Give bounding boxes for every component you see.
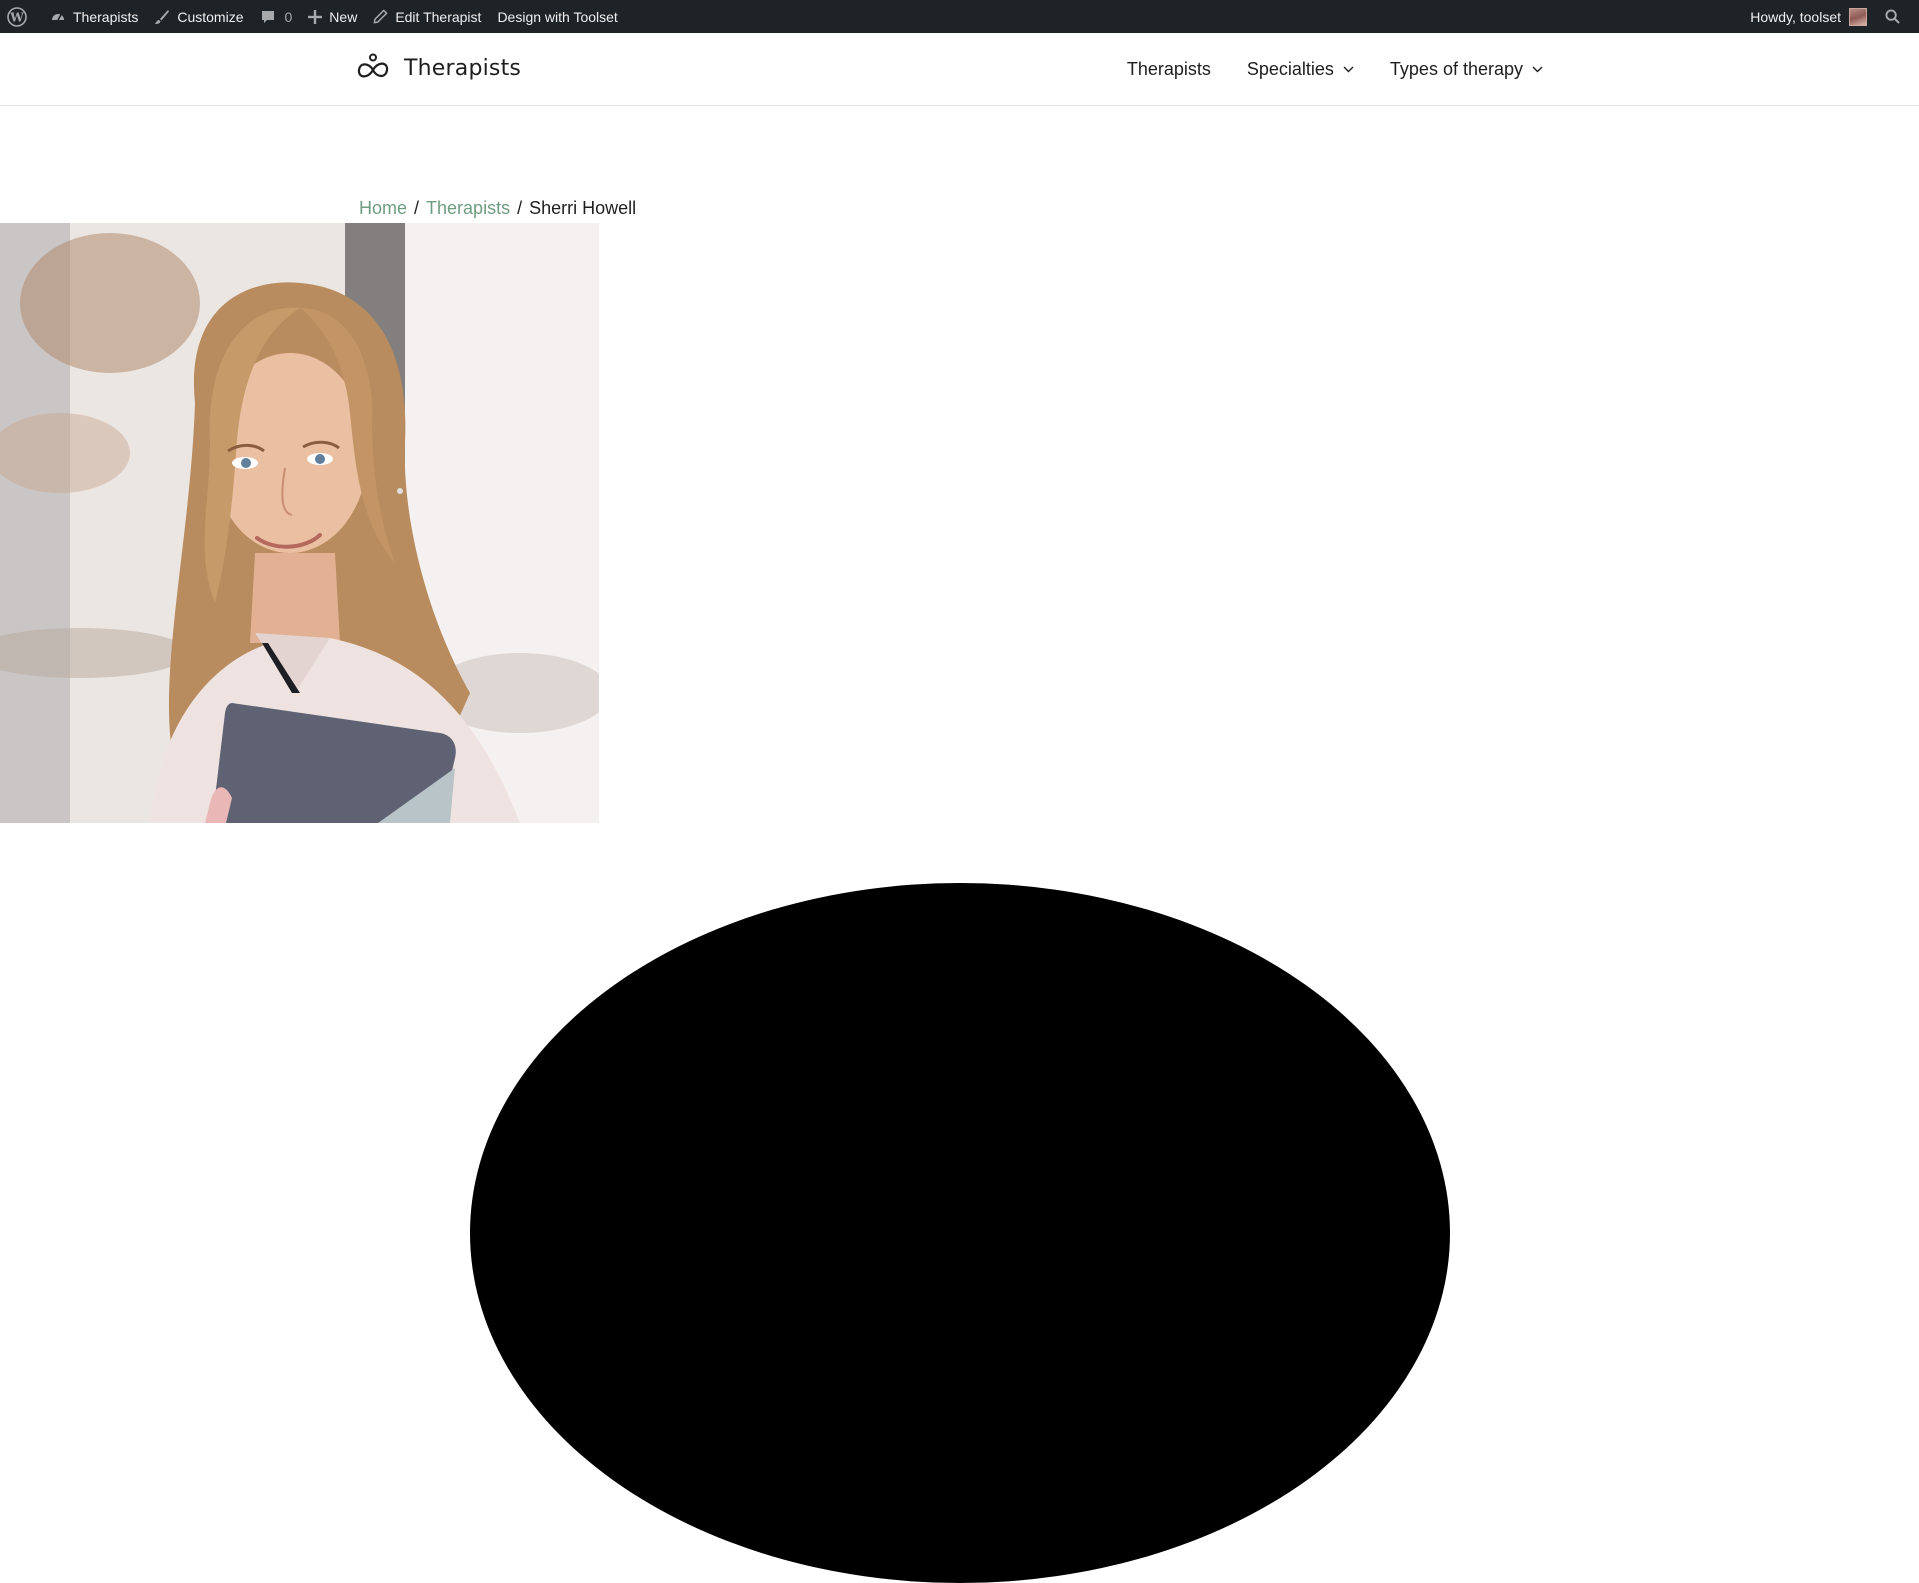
main-navigation: Therapists Specialties Types of therapy [1091,33,1543,106]
edit-therapist-label: Edit Therapist [395,8,482,25]
customize-button[interactable]: Customize [146,0,251,33]
nav-item-label: Specialties [1246,59,1334,79]
comment-bubble-icon [261,10,274,23]
my-account-menu[interactable]: Howdy, toolset [1742,0,1875,33]
chevron-down-icon [1532,66,1543,73]
admin-bar-left: W Therapists Customize 0 New Edit Therap… [0,0,626,33]
nav-item-types-of-therapy[interactable]: Types of therapy [1390,59,1543,80]
customize-label: Customize [177,8,244,25]
pencil-icon [373,9,388,24]
nav-item-label: Therapists [1126,59,1211,79]
design-with-toolset-label: Design with Toolset [497,8,618,25]
site-logo-link[interactable]: Therapists [356,53,521,83]
breadcrumb-current: Sherri Howell [529,198,637,218]
paintbrush-icon [155,9,170,24]
design-with-toolset-button[interactable]: Design with Toolset [489,0,625,33]
chevron-down-icon [1343,66,1354,73]
breadcrumb-separator: / [414,198,420,218]
breadcrumb-therapists-link[interactable]: Therapists [426,198,510,219]
site-header: Therapists Therapists Specialties Types … [0,33,1919,106]
decorative-dark-shape [470,883,1450,1583]
nav-item-therapists[interactable]: Therapists [1127,59,1211,80]
new-content-button[interactable]: New [300,0,365,33]
avatar [1849,7,1867,26]
nav-item-label: Types of therapy [1389,59,1523,79]
plus-icon [308,9,323,24]
therapist-photo [0,223,599,823]
breadcrumb: Home / Therapists / Sherri Howell [359,198,636,219]
dashboard-icon [52,13,64,20]
infinity-logo-icon [357,53,389,78]
site-name-menu[interactable]: Therapists [42,0,146,33]
search-icon [1885,9,1900,24]
nav-item-specialties[interactable]: Specialties [1247,59,1354,80]
comments-button[interactable]: 0 [252,0,301,33]
site-title: Therapists [404,55,522,81]
wordpress-icon: W [7,6,27,27]
comments-count: 0 [284,8,293,25]
site-name-label: Therapists [73,8,139,25]
new-label: New [329,8,358,25]
breadcrumb-home-link[interactable]: Home [359,198,407,219]
edit-therapist-button[interactable]: Edit Therapist [365,0,489,33]
admin-search-button[interactable] [1875,0,1919,33]
admin-bar-right: Howdy, toolset [1742,0,1919,33]
admin-bar: W Therapists Customize 0 New Edit Therap… [0,0,1919,33]
svg-text:W: W [9,10,24,24]
breadcrumb-separator: / [517,198,523,218]
howdy-label: Howdy, toolset [1750,8,1841,25]
wordpress-logo-button[interactable]: W [0,0,42,33]
